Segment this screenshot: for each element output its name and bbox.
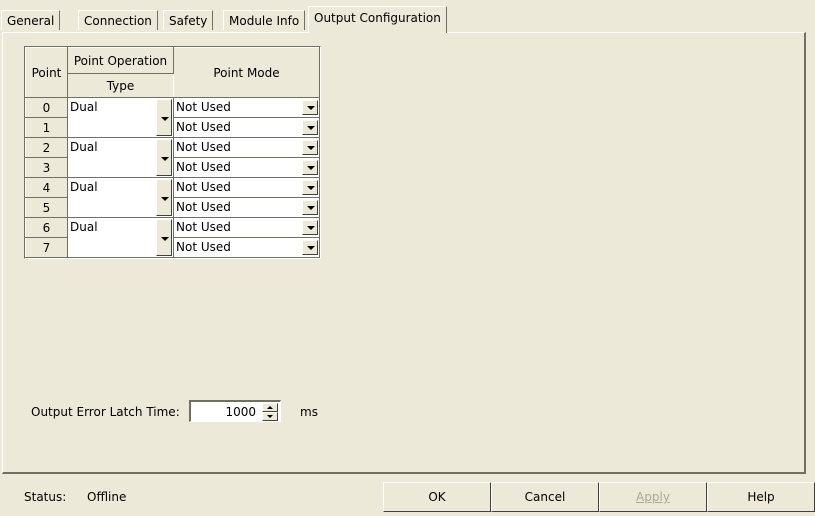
header-point-operation: Point Operation — [67, 47, 174, 74]
chevron-down-icon — [307, 186, 315, 190]
chevron-down-icon — [307, 106, 315, 110]
dropdown-button[interactable] — [156, 219, 172, 256]
table-row: 2 Dual Not Used — [25, 137, 320, 178]
point-operation-value: Dual — [70, 140, 98, 154]
dropdown-button[interactable] — [156, 179, 172, 216]
point-mode-dropdown[interactable]: Not Used — [173, 137, 320, 158]
chevron-down-icon — [161, 157, 169, 161]
chevron-down-icon — [307, 166, 315, 170]
latch-time-unit: ms — [300, 405, 318, 419]
tab-general[interactable]: General — [1, 10, 61, 30]
point-number: 5 — [25, 197, 68, 218]
point-mode-value: Not Used — [176, 100, 231, 114]
point-mode-value: Not Used — [176, 120, 231, 134]
point-mode-dropdown[interactable]: Not Used — [173, 237, 320, 258]
header-point-mode: Point Mode — [173, 47, 320, 98]
point-mode-dropdown[interactable]: Not Used — [173, 217, 320, 238]
point-mode-value: Not Used — [176, 240, 231, 254]
dropdown-button[interactable] — [156, 99, 172, 136]
table-row: 4 Dual Not Used — [25, 177, 320, 218]
help-button[interactable]: Help — [707, 482, 815, 512]
point-number: 2 — [25, 137, 68, 158]
status-value: Offline — [87, 490, 127, 504]
chevron-down-icon — [307, 146, 315, 150]
dropdown-button[interactable] — [302, 220, 318, 235]
point-operation-dropdown[interactable]: Dual — [67, 97, 174, 138]
point-mode-dropdown[interactable]: Not Used — [173, 157, 320, 178]
point-number: 0 — [25, 97, 68, 118]
chevron-down-icon — [161, 197, 169, 201]
output-error-latch-time-input[interactable]: 1000 — [189, 400, 281, 422]
tab-output-configuration[interactable]: Output Configuration — [308, 6, 447, 33]
table-row: 0 Dual Not Used — [25, 97, 320, 138]
point-mode-value: Not Used — [176, 180, 231, 194]
output-error-latch-time-label: Output Error Latch Time: — [31, 405, 180, 419]
chevron-down-icon — [307, 246, 315, 250]
point-operation-dropdown[interactable]: Dual — [67, 137, 174, 178]
point-mode-dropdown[interactable]: Not Used — [173, 177, 320, 198]
dropdown-button[interactable] — [302, 140, 318, 155]
chevron-down-icon — [307, 126, 315, 130]
latch-time-value[interactable]: 1000 — [225, 405, 256, 419]
point-operation-dropdown[interactable]: Dual — [67, 217, 174, 258]
tab-safety[interactable]: Safety — [163, 10, 214, 30]
arrow-down-icon — [267, 415, 273, 418]
point-operation-value: Dual — [70, 100, 98, 114]
point-mode-value: Not Used — [176, 220, 231, 234]
point-number: 4 — [25, 177, 68, 198]
dropdown-button[interactable] — [302, 200, 318, 215]
point-mode-dropdown[interactable]: Not Used — [173, 117, 320, 138]
apply-button[interactable]: Apply — [599, 482, 707, 512]
point-mode-value: Not Used — [176, 140, 231, 154]
point-number: 7 — [25, 237, 68, 258]
point-operation-dropdown[interactable]: Dual — [67, 177, 174, 218]
arrow-up-icon — [267, 406, 273, 409]
tab-module-info[interactable]: Module Info — [223, 10, 306, 30]
ok-button[interactable]: OK — [383, 482, 491, 512]
dropdown-button[interactable] — [302, 180, 318, 195]
latch-time-spinner[interactable] — [262, 403, 278, 421]
chevron-down-icon — [161, 237, 169, 241]
tab-strip: General Connection Safety Module Info Ou… — [0, 6, 815, 33]
point-number: 1 — [25, 117, 68, 138]
point-mode-dropdown[interactable]: Not Used — [173, 97, 320, 118]
cancel-button[interactable]: Cancel — [491, 482, 599, 512]
dropdown-button[interactable] — [302, 160, 318, 175]
header-point: Point — [25, 47, 68, 98]
tab-connection[interactable]: Connection — [78, 10, 158, 30]
table-row: 6 Dual Not Used — [25, 217, 320, 258]
point-operation-value: Dual — [70, 180, 98, 194]
dropdown-button[interactable] — [302, 120, 318, 135]
point-mode-dropdown[interactable]: Not Used — [173, 197, 320, 218]
header-type: Type — [67, 73, 174, 98]
spin-up-button[interactable] — [262, 403, 278, 412]
chevron-down-icon — [161, 117, 169, 121]
spin-down-button[interactable] — [262, 412, 278, 421]
dropdown-button[interactable] — [302, 240, 318, 255]
dropdown-button[interactable] — [302, 100, 318, 115]
dropdown-button[interactable] — [156, 139, 172, 176]
point-mode-value: Not Used — [176, 200, 231, 214]
status-label: Status: — [24, 490, 67, 504]
point-mode-value: Not Used — [176, 160, 231, 174]
point-number: 6 — [25, 217, 68, 238]
output-point-grid: Point Point Operation Point Mode Type 0 … — [24, 46, 321, 259]
chevron-down-icon — [307, 226, 315, 230]
point-number: 3 — [25, 157, 68, 178]
chevron-down-icon — [307, 206, 315, 210]
point-operation-value: Dual — [70, 220, 98, 234]
